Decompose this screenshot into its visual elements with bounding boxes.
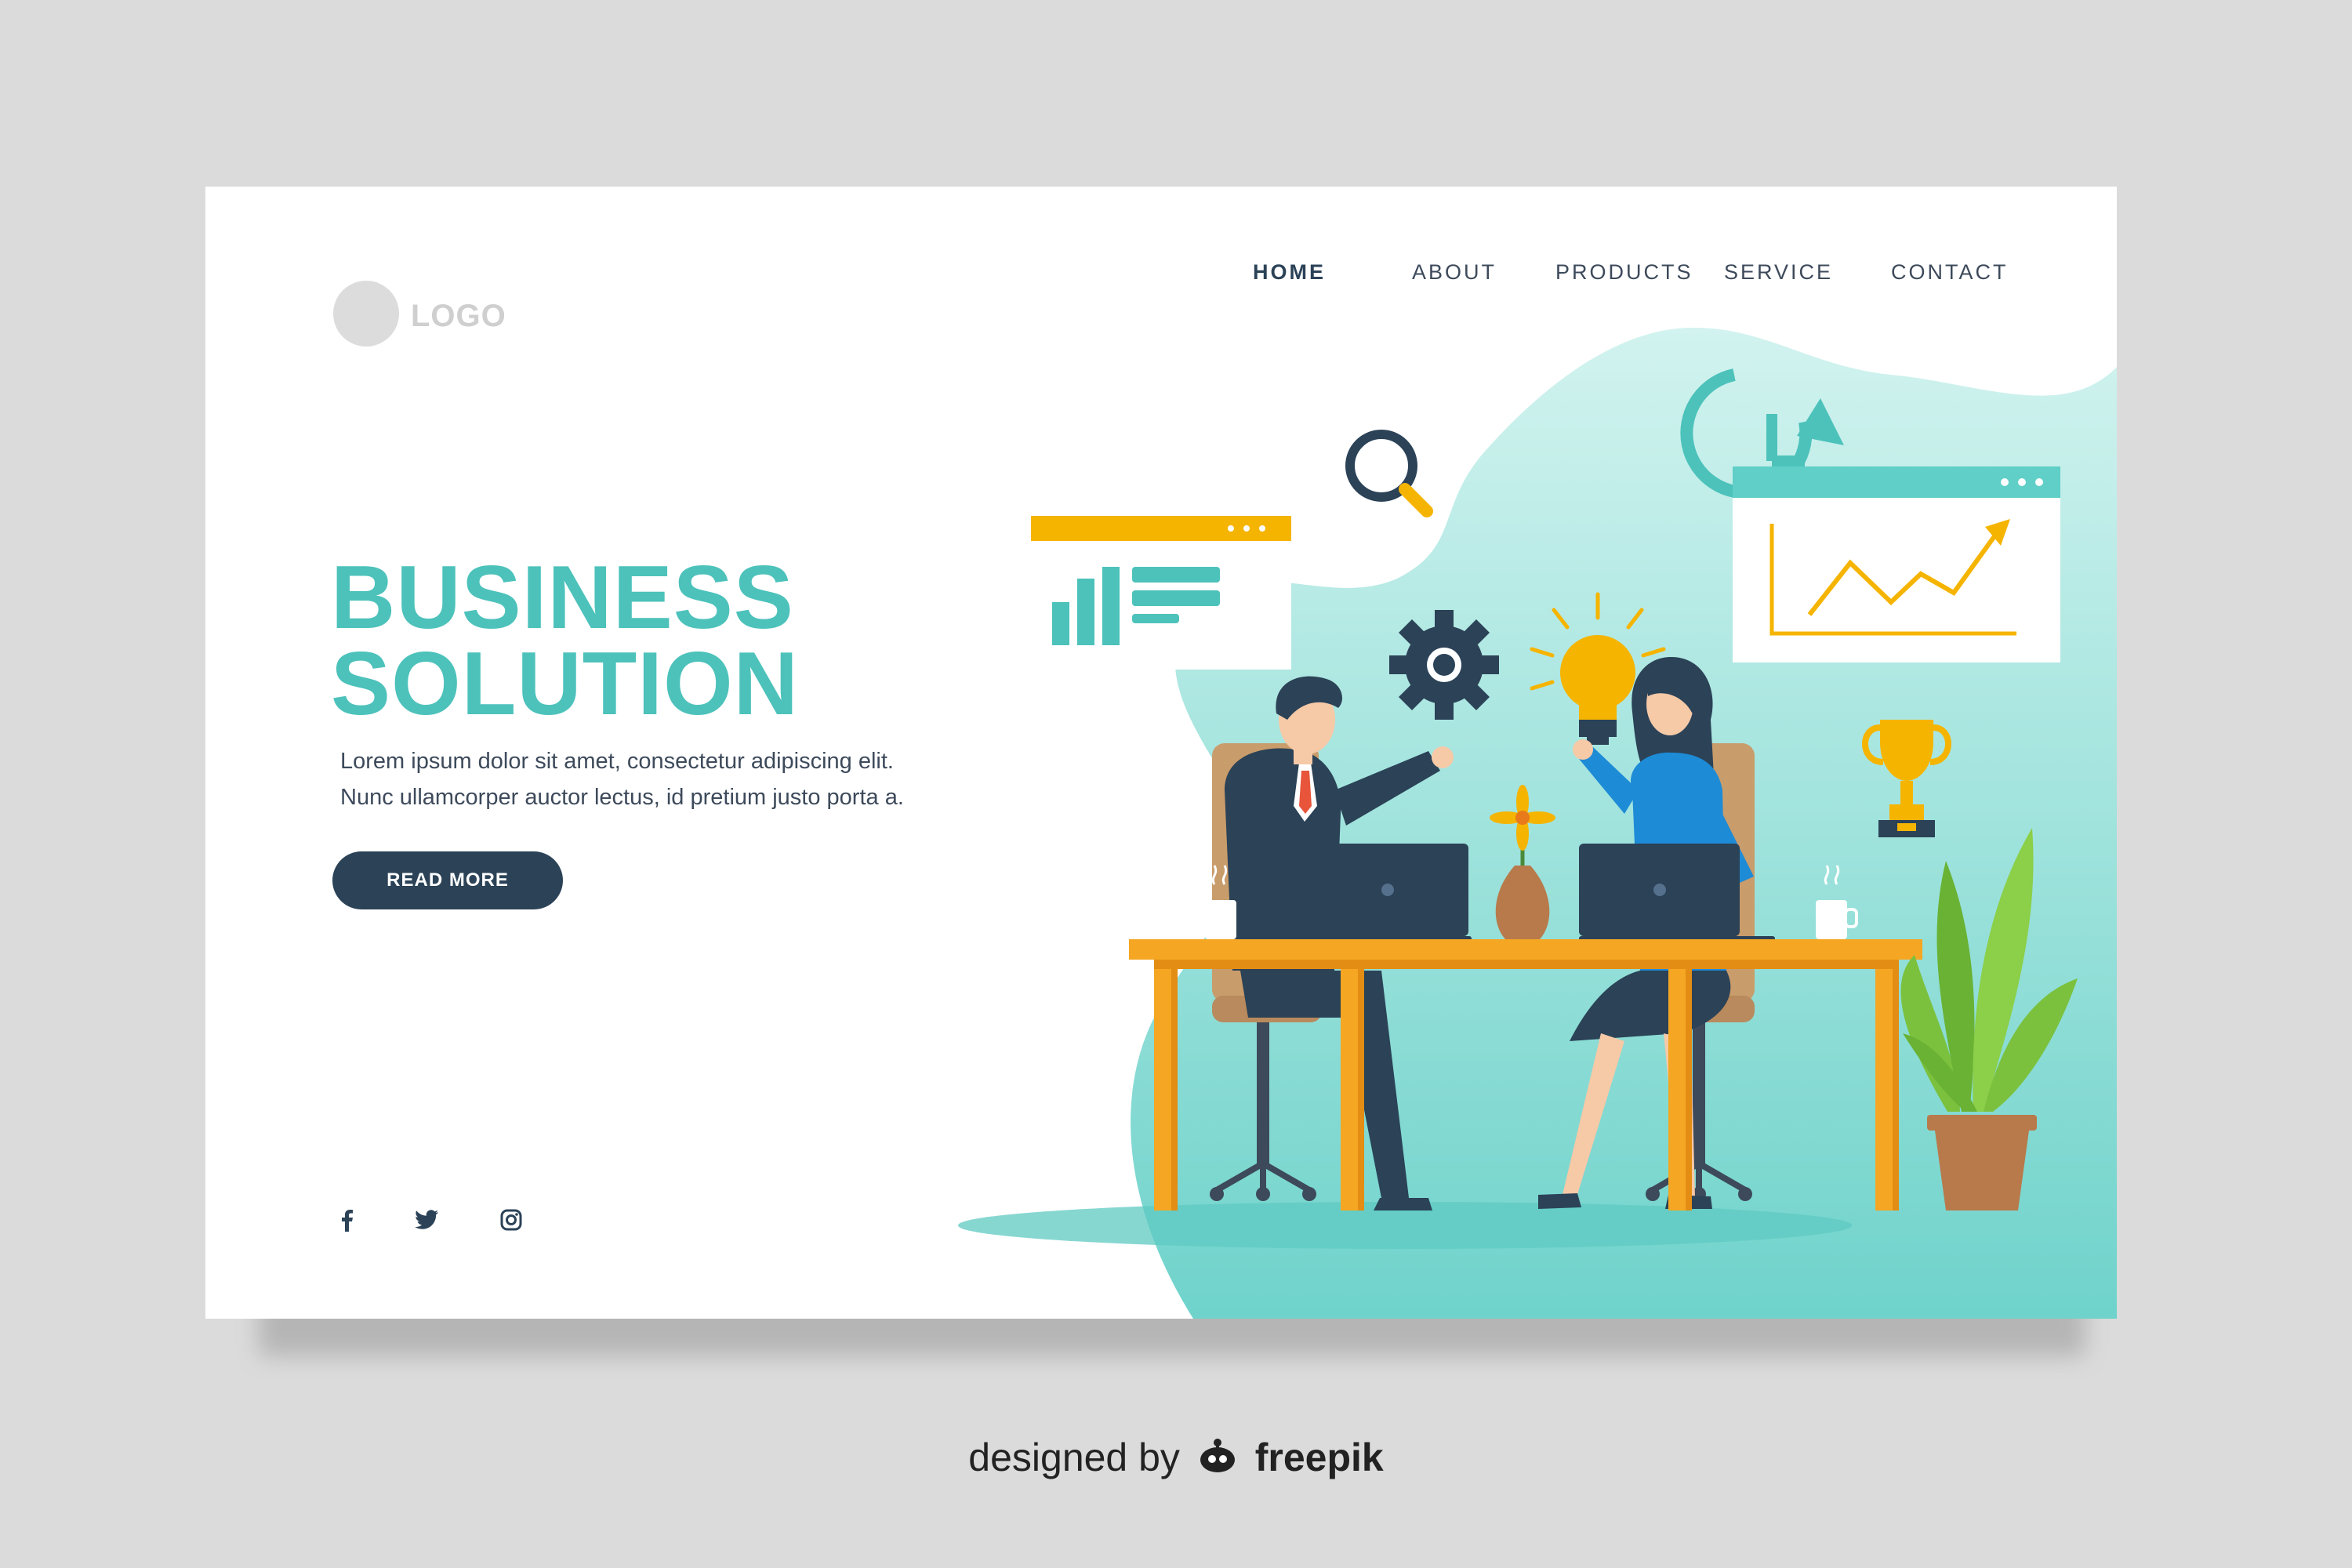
potted-plant [1900,828,2078,1210]
trophy-icon [1862,720,1951,837]
business-illustration [958,368,2078,1249]
line-chart-window [1733,466,2060,662]
credit-prefix: designed by [968,1436,1180,1479]
landing-page-card: LOGO HOME ABOUT PRODUCTS SERVICE CONTACT… [205,187,2117,1319]
freepik-credit: designed by freepik [0,1435,2352,1485]
coffee-cup-right [1816,865,1858,939]
gear-icon [1389,610,1499,720]
flower-vase [1490,785,1555,939]
credit-brand: freepik [1254,1436,1384,1479]
freepik-logo-icon [1196,1436,1240,1485]
bar-chart-window [1031,516,1291,670]
magnifier-icon [1345,430,1433,517]
